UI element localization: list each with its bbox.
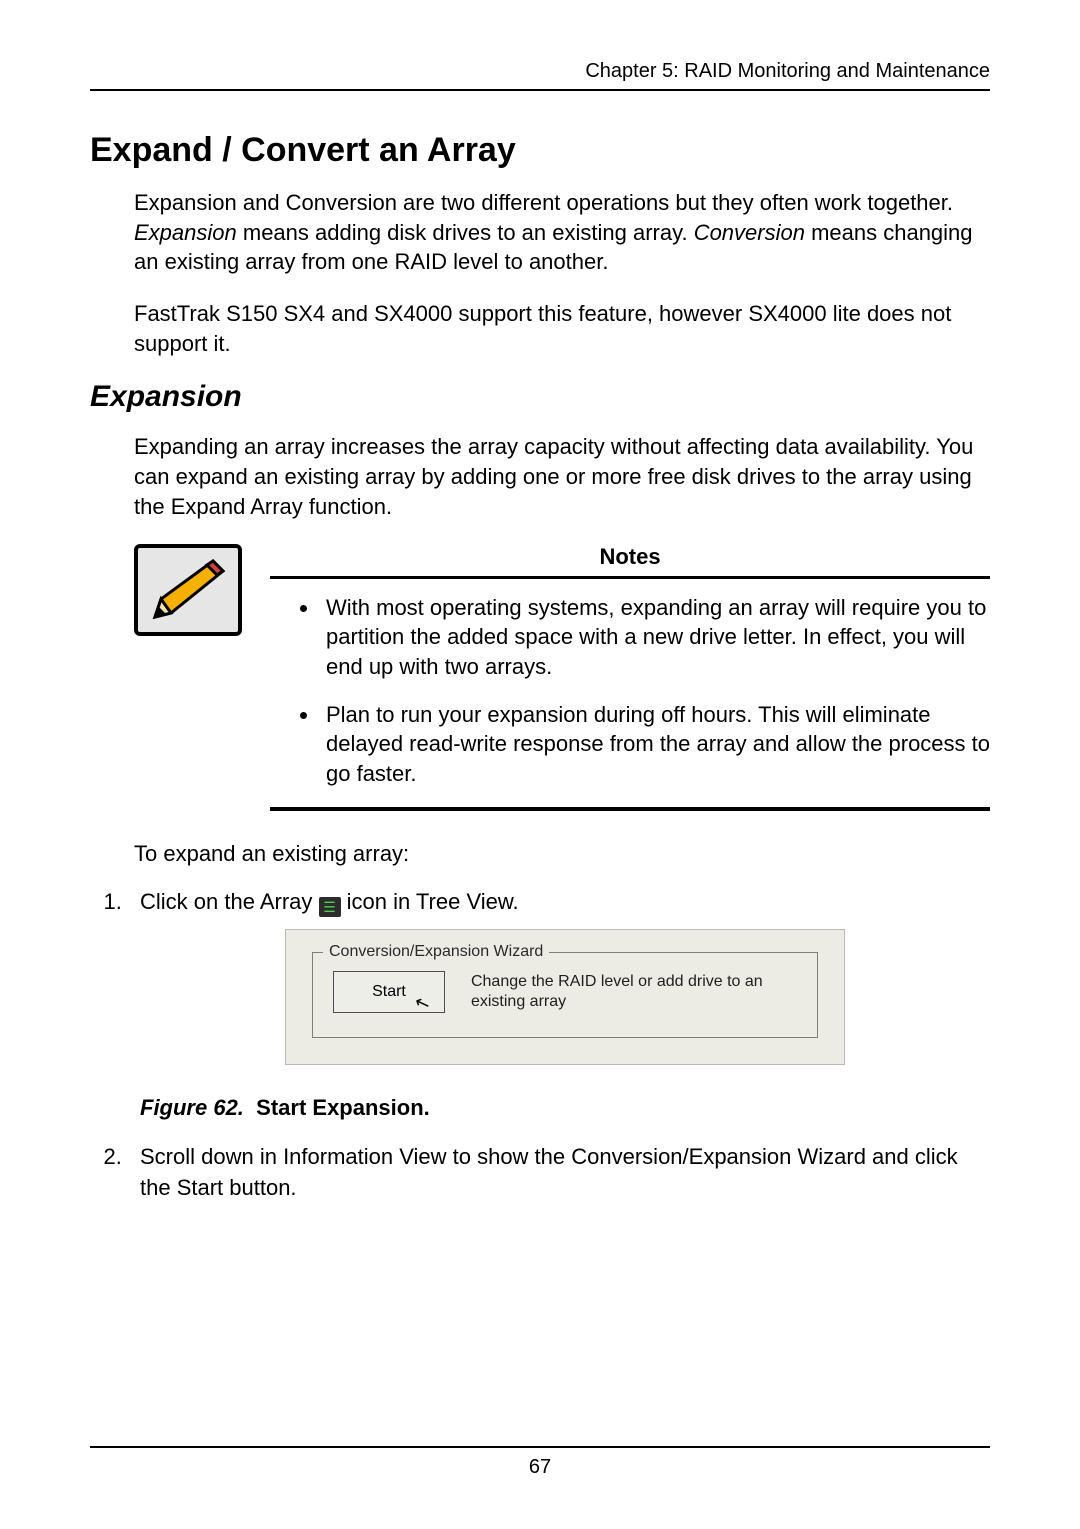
term-conversion: Conversion: [694, 220, 805, 245]
pencil-note-icon: [134, 544, 242, 636]
notes-title: Notes: [270, 544, 990, 570]
section-body: Expansion and Conversion are two differe…: [134, 188, 990, 358]
intro-paragraph-1: Expansion and Conversion are two differe…: [134, 188, 990, 277]
wizard-description: Change the RAID level or add drive to an…: [471, 972, 797, 1014]
page-number: 67: [529, 1456, 551, 1478]
text-run: icon in Tree View.: [341, 889, 519, 914]
running-header: Chapter 5: RAID Monitoring and Maintenan…: [90, 60, 990, 91]
steps-list: Click on the Array ☰ icon in Tree View. …: [90, 887, 990, 1204]
figure-title: Start Expansion.: [256, 1095, 430, 1120]
text-run: Click on the Array: [140, 889, 319, 914]
start-button-label: Start: [372, 981, 406, 1003]
subsection-heading: Expansion: [90, 380, 990, 414]
notes-list: With most operating systems, expanding a…: [270, 593, 990, 789]
section-heading: Expand / Convert an Array: [90, 131, 990, 170]
figure-label: Figure 62.: [140, 1095, 244, 1120]
subsection-paragraph: Expanding an array increases the array c…: [134, 432, 990, 521]
text-run: means adding disk drives to an existing …: [237, 220, 694, 245]
steps-lead-in: To expand an existing array:: [134, 841, 990, 867]
wizard-groupbox: Conversion/Expansion Wizard Start ↖ Chan…: [312, 952, 818, 1038]
notes-column: Notes With most operating systems, expan…: [270, 544, 990, 811]
start-button[interactable]: Start ↖: [333, 971, 445, 1013]
notes-block: Notes With most operating systems, expan…: [134, 544, 990, 811]
page-footer: 67: [90, 1446, 990, 1479]
term-expansion: Expansion: [134, 220, 237, 245]
document-page: Chapter 5: RAID Monitoring and Maintenan…: [0, 0, 1080, 1529]
step-item: Click on the Array ☰ icon in Tree View. …: [128, 887, 990, 1125]
text-run: Expansion and Conversion are two differe…: [134, 190, 953, 215]
intro-paragraph-2: FastTrak S150 SX4 and SX4000 support thi…: [134, 299, 990, 358]
array-icon: ☰: [319, 897, 341, 917]
note-item: Plan to run your expansion during off ho…: [320, 700, 990, 789]
step-item: Scroll down in Information View to show …: [128, 1142, 990, 1204]
notes-rule-top: [270, 576, 990, 579]
subsection-body: Expanding an array increases the array c…: [134, 432, 990, 866]
wizard-legend: Conversion/Expansion Wizard: [323, 941, 549, 963]
note-item: With most operating systems, expanding a…: [320, 593, 990, 682]
figure-caption: Figure 62. Start Expansion.: [140, 1093, 990, 1124]
wizard-screenshot: Conversion/Expansion Wizard Start ↖ Chan…: [285, 929, 845, 1065]
cursor-icon: ↖: [411, 989, 434, 1018]
notes-rule-bottom: [270, 807, 990, 811]
pencil-icon: [147, 557, 229, 623]
